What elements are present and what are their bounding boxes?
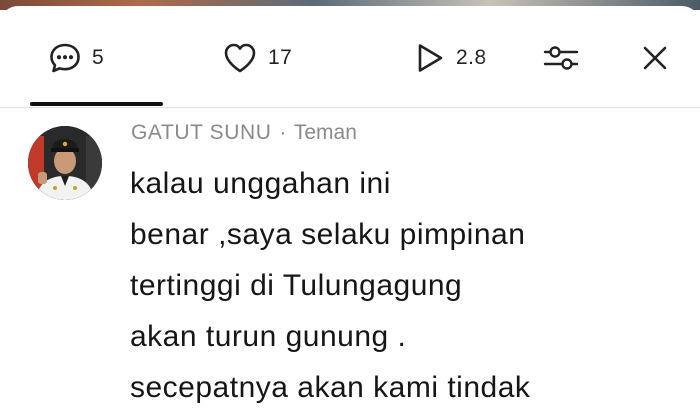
like-button[interactable]: 17 xyxy=(222,38,292,78)
sliders-icon xyxy=(542,41,580,75)
filter-button[interactable] xyxy=(542,38,580,78)
comment-text: kalau unggahan ini benar ,saya selaku pi… xyxy=(130,158,690,413)
comment-line: secepatnya akan kami tindak xyxy=(130,371,531,404)
relationship-label: Teman xyxy=(293,121,357,144)
author-name[interactable]: GATUT SUNU xyxy=(131,121,272,144)
comments-sheet: 5 17 2.8 GATUT SUNU · Teman kalau unggah… xyxy=(0,6,700,404)
likes-count: 17 xyxy=(268,46,293,69)
avatar[interactable] xyxy=(28,126,102,200)
heart-icon xyxy=(222,41,258,75)
comment-item: GATUT SUNU · Teman kalau unggahan ini be… xyxy=(0,118,700,408)
comment-line: kalau unggahan ini xyxy=(130,167,391,200)
comment-bubble-icon xyxy=(48,41,82,75)
comment-author-line: GATUT SUNU · Teman xyxy=(131,121,357,145)
author-separator: · xyxy=(279,121,287,144)
comments-count: 5 xyxy=(92,46,105,69)
close-icon xyxy=(640,43,670,73)
comment-line: benar ,saya selaku pimpinan xyxy=(130,218,526,251)
play-icon xyxy=(414,41,446,75)
views-indicator[interactable]: 2.8 xyxy=(414,38,494,78)
views-count: 2.8 xyxy=(456,46,487,69)
toolbar: 5 17 2.8 xyxy=(0,26,700,86)
active-tab-indicator xyxy=(30,102,163,106)
tab-comments[interactable]: 5 xyxy=(48,38,104,78)
comment-line: akan turun gunung . xyxy=(130,320,407,353)
comment-line: tertinggi di Tulungagung xyxy=(130,269,463,302)
toolbar-divider xyxy=(0,107,700,108)
close-button[interactable] xyxy=(640,38,670,78)
